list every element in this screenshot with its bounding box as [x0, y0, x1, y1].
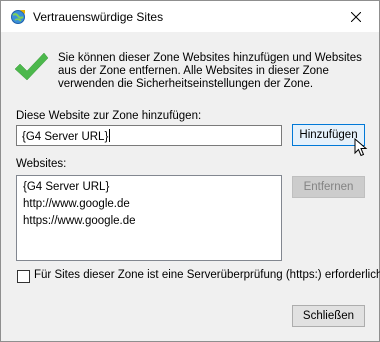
info-text: Sie können dieser Zone Websites hinzufüg…: [58, 52, 362, 90]
https-checkbox[interactable]: [17, 270, 30, 283]
close-icon: [351, 11, 361, 22]
add-site-input-value: {G4 Server URL}: [22, 131, 109, 143]
close-button[interactable]: [333, 1, 379, 32]
close-dialog-button[interactable]: Schließen: [292, 305, 365, 327]
dialog-window: Vertrauenswürdige Sites Sie können diese…: [0, 0, 380, 342]
green-check-icon: [14, 52, 49, 81]
list-item[interactable]: https://www.google.de: [17, 213, 281, 230]
text-caret: [109, 129, 111, 142]
dialog-body: Sie können dieser Zone Websites hinzufüg…: [1, 32, 380, 341]
list-item[interactable]: http://www.google.de: [17, 196, 281, 213]
websites-list[interactable]: {G4 Server URL} http://www.google.de htt…: [16, 175, 282, 261]
title-bar: Vertrauenswürdige Sites: [1, 1, 379, 32]
add-site-label: Diese Website zur Zone hinzufügen:: [16, 110, 202, 122]
internet-options-icon: [11, 10, 25, 24]
remove-button[interactable]: Entfernen: [292, 176, 365, 198]
https-checkbox-label: Für Sites dieser Zone ist eine Serverübe…: [34, 269, 380, 281]
mouse-pointer-icon: [354, 138, 368, 157]
websites-label: Websites:: [16, 158, 67, 170]
window-title: Vertrauenswürdige Sites: [33, 10, 164, 24]
add-site-input[interactable]: {G4 Server URL}: [16, 125, 282, 146]
list-item[interactable]: {G4 Server URL}: [17, 179, 281, 196]
